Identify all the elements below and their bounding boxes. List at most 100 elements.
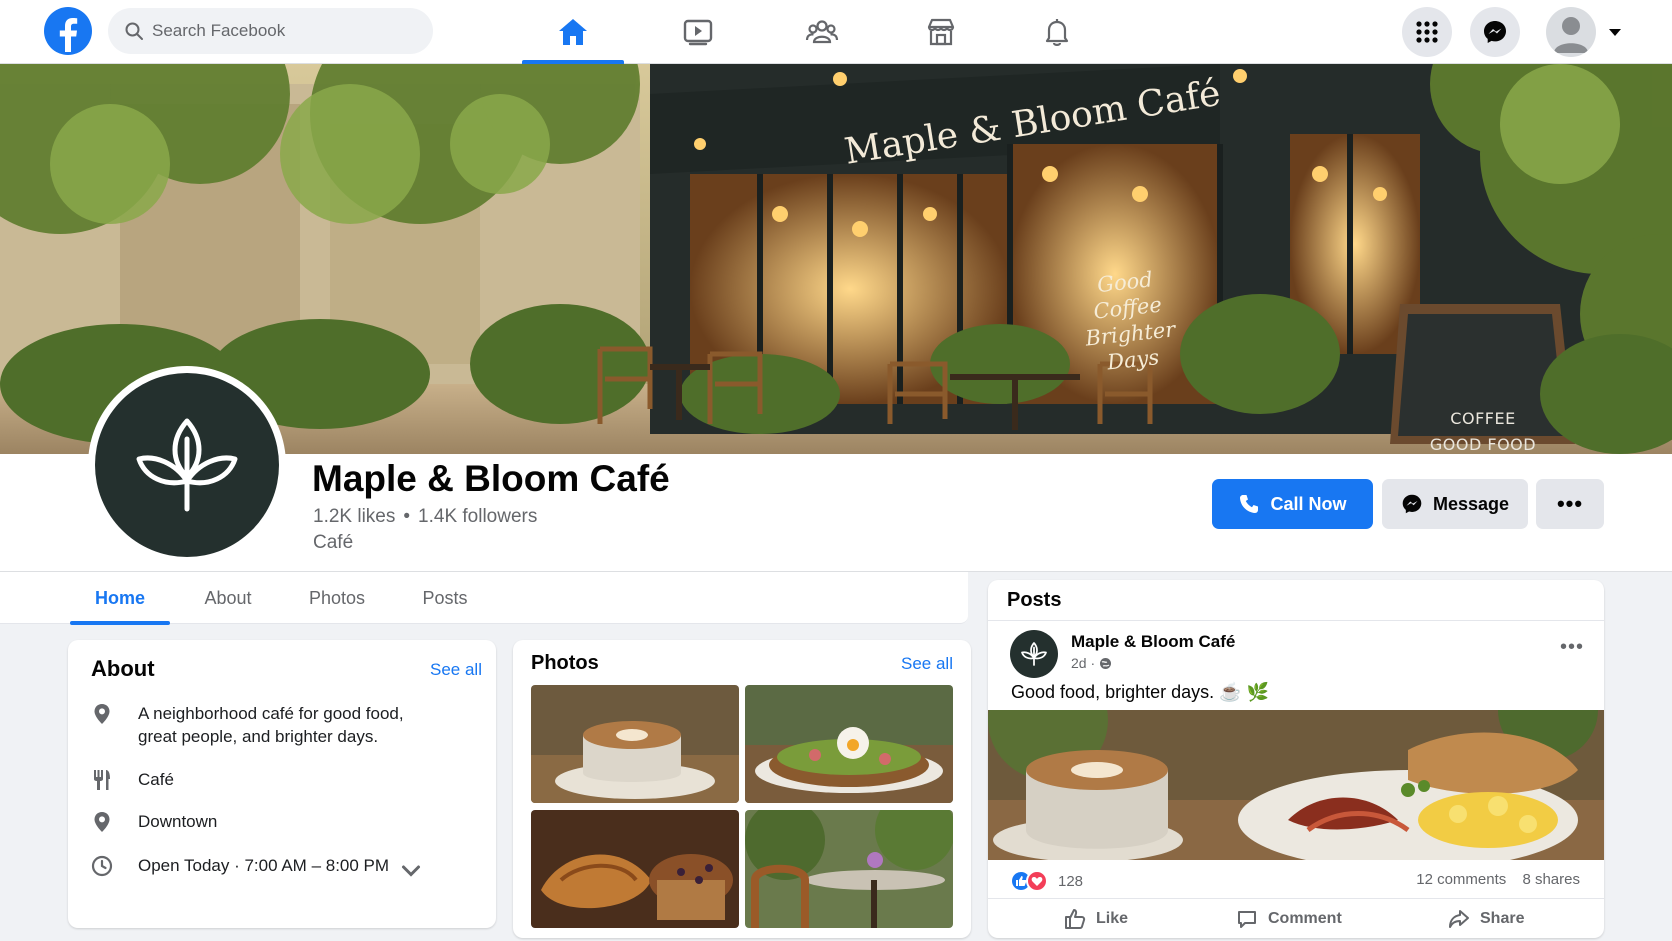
breakfast-image [988, 710, 1604, 860]
call-now-label: Call Now [1270, 493, 1347, 514]
about-category-row: Café [90, 768, 174, 792]
tab-posts[interactable]: Posts [410, 572, 480, 624]
phone-icon [1240, 495, 1259, 513]
photos-title: Photos [531, 652, 599, 674]
latte-image [531, 685, 739, 803]
about-description-row: A neighborhood café for good food, great… [90, 702, 428, 748]
about-location[interactable]: Downtown [138, 810, 217, 833]
globe-icon [1100, 657, 1112, 669]
message-label: Message [1432, 493, 1510, 514]
grid-menu-icon [1416, 21, 1438, 43]
tab-about[interactable]: About [190, 572, 266, 624]
post-author-avatar[interactable] [1010, 630, 1058, 678]
avocado-toast-image [745, 685, 953, 803]
facebook-logo-icon[interactable] [44, 7, 92, 55]
watch-tab[interactable] [643, 0, 753, 64]
marketplace-icon [927, 18, 955, 46]
about-category: Café [138, 770, 174, 789]
window-lettering: Good Coffee Brighter Days [1084, 267, 1177, 375]
likes-count[interactable]: 1.2K likes [313, 506, 395, 527]
home-icon [559, 19, 587, 45]
photo-patio[interactable] [745, 810, 953, 928]
search-bar[interactable] [108, 8, 433, 54]
menu-button[interactable] [1402, 7, 1452, 57]
comments-count[interactable]: 12 comments [1416, 871, 1506, 888]
patio-image [745, 810, 953, 928]
reactions-summary[interactable]: 128 [1010, 870, 1083, 892]
chalkboard-text: COFFEE GOOD FOOD GREAT PEOPLE [1429, 409, 1537, 454]
groups-tab[interactable] [767, 0, 877, 64]
about-hours: Open Today · 7:00 AM – 8:00 PM [138, 856, 390, 875]
account-dropdown-icon[interactable] [1607, 24, 1623, 40]
photo-latte[interactable] [531, 685, 739, 803]
location-pin-icon [94, 812, 110, 832]
user-avatar-icon [1554, 17, 1588, 53]
account-avatar[interactable] [1546, 7, 1596, 57]
post-image[interactable] [988, 710, 1604, 860]
search-icon [125, 22, 143, 40]
page-category: Café [313, 532, 354, 553]
post-options-button[interactable]: ••• [1560, 636, 1584, 659]
photos-see-all-link[interactable]: See all [901, 654, 953, 674]
post-text: Good food, brighter days. ☕ 🌿 [1011, 682, 1269, 702]
page-name: Maple & Bloom Café [312, 458, 670, 499]
watch-icon [683, 19, 713, 46]
tab-home[interactable]: Home [70, 572, 170, 625]
stats-separator: • [403, 506, 411, 527]
groups-icon [805, 20, 839, 44]
comment-button[interactable]: Comment [1236, 899, 1342, 939]
share-button[interactable]: Share [1448, 899, 1524, 939]
messenger-icon [1484, 21, 1506, 43]
post-meta: 2d · [1071, 655, 1112, 671]
page-stats: 1.2K likes • 1.4K followers [313, 506, 537, 528]
messenger-button[interactable] [1470, 7, 1520, 57]
comment-icon [1238, 911, 1256, 928]
call-now-button[interactable]: Call Now [1212, 479, 1373, 529]
about-card: About See all A neighborhood café for go… [68, 640, 496, 928]
share-icon [1449, 910, 1469, 928]
messenger-icon [1402, 494, 1422, 514]
about-location-row: Downtown [90, 810, 217, 834]
top-navigation-bar [0, 0, 1672, 64]
about-title: About [91, 656, 155, 681]
fork-knife-icon [94, 770, 110, 790]
post-actions: Like Comment Share [988, 898, 1604, 938]
followers-count[interactable]: 1.4K followers [418, 506, 537, 527]
photo-pastries[interactable] [531, 810, 739, 928]
like-button[interactable]: Like [1064, 899, 1128, 939]
search-input[interactable] [152, 8, 422, 54]
thumbs-up-icon [1065, 909, 1086, 929]
leaf-logo-icon [136, 418, 238, 512]
about-hours-row[interactable]: Open Today · 7:00 AM – 8:00 PM [90, 854, 423, 882]
more-options-button[interactable]: ••• [1536, 479, 1604, 529]
photos-card: Photos See all [513, 640, 971, 938]
leaf-logo-icon [1021, 642, 1047, 666]
engagement-counts: 12 comments 8 shares [1416, 871, 1580, 888]
post-time[interactable]: 2d · [1071, 655, 1095, 671]
posts-title: Posts [1007, 589, 1062, 611]
notifications-icon [1045, 19, 1069, 46]
pastries-image [531, 810, 739, 928]
location-pin-icon [94, 704, 110, 724]
love-reaction-icon [1026, 870, 1048, 892]
notifications-tab[interactable] [1002, 0, 1112, 64]
reaction-count: 128 [1058, 872, 1084, 890]
like-label: Like [1096, 910, 1129, 927]
post-author-name[interactable]: Maple & Bloom Café [1071, 632, 1235, 652]
page-profile-picture[interactable] [88, 366, 286, 564]
chevron-down-icon[interactable] [399, 858, 423, 882]
tab-photos[interactable]: Photos [298, 572, 376, 624]
home-tab[interactable] [518, 0, 628, 64]
message-button[interactable]: Message [1382, 479, 1528, 529]
about-see-all-link[interactable]: See all [430, 660, 482, 680]
photo-avocado-toast[interactable] [745, 685, 953, 803]
posts-divider [988, 620, 1604, 621]
comment-label: Comment [1268, 910, 1342, 927]
about-description: A neighborhood café for good food, great… [138, 704, 404, 746]
marketplace-tab[interactable] [886, 0, 996, 64]
posts-card: Posts Maple & Bloom Café 2d · ••• Good f… [988, 580, 1604, 938]
share-label: Share [1480, 910, 1525, 927]
page-tabs: Home About Photos Posts [0, 572, 968, 625]
shares-count[interactable]: 8 shares [1522, 871, 1580, 888]
clock-icon [91, 855, 113, 877]
